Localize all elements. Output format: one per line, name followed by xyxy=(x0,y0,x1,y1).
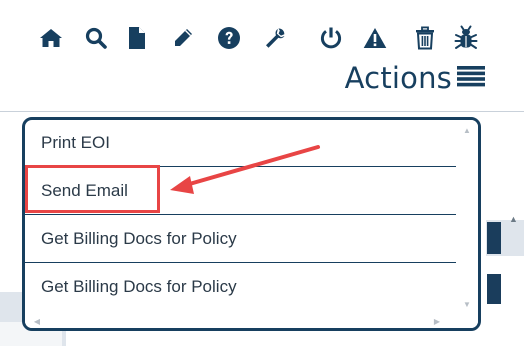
menu-item-label: Get Billing Docs for Policy xyxy=(41,228,237,248)
menu-item-label: Get Billing Docs for Policy xyxy=(41,276,237,296)
pencil-icon[interactable] xyxy=(170,24,196,52)
background-row-marker xyxy=(487,222,501,254)
menu-item-label: Send Email xyxy=(41,180,128,200)
search-icon[interactable] xyxy=(83,24,109,52)
vertical-scrollbar[interactable]: ▲ ▼ xyxy=(456,120,478,314)
toolbar-divider xyxy=(0,111,524,112)
scroll-left-icon[interactable]: ◀ xyxy=(29,314,45,328)
menu-item-send-email[interactable]: Send Email xyxy=(25,167,457,215)
bug-icon[interactable] xyxy=(453,24,479,52)
scroll-down-icon[interactable]: ▼ xyxy=(456,296,478,312)
scroll-right-icon[interactable]: ▶ xyxy=(429,314,445,328)
power-icon[interactable] xyxy=(318,24,344,52)
trash-icon[interactable] xyxy=(412,24,438,52)
actions-dropdown: Print EOI Send Email Get Billing Docs fo… xyxy=(22,117,481,331)
actions-label: Actions xyxy=(344,61,452,95)
wrench-icon[interactable] xyxy=(262,24,288,52)
hamburger-menu-icon xyxy=(456,65,486,92)
help-icon[interactable] xyxy=(216,24,242,52)
background-row-marker xyxy=(487,274,501,304)
warning-icon[interactable] xyxy=(362,24,388,52)
actions-menu-button[interactable]: Actions xyxy=(345,58,486,98)
horizontal-scrollbar[interactable]: ◀ ▶ xyxy=(25,314,457,328)
home-icon[interactable] xyxy=(38,24,64,52)
actions-menu-list: Print EOI Send Email Get Billing Docs fo… xyxy=(25,120,457,314)
scroll-up-icon[interactable]: ▲ xyxy=(456,122,478,138)
menu-item-label: Print EOI xyxy=(41,133,110,152)
menu-item-print-eoi[interactable]: Print EOI xyxy=(25,120,457,167)
document-icon[interactable] xyxy=(124,24,150,52)
menu-item-get-billing-docs[interactable]: Get Billing Docs for Policy xyxy=(25,215,457,263)
background-scroll-up-icon: ▲ xyxy=(509,214,518,224)
scrollbar-corner xyxy=(456,314,478,328)
menu-item-get-billing-docs[interactable]: Get Billing Docs for Policy xyxy=(25,263,457,310)
